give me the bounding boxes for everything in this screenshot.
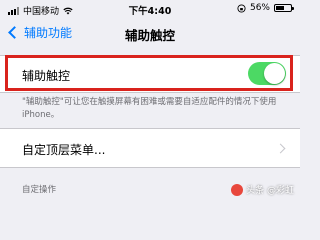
status-right: 56% xyxy=(237,3,294,13)
watermark-text: 头条 @彩虹 xyxy=(246,186,294,196)
battery-icon xyxy=(274,4,294,12)
section-header: 自定操作 xyxy=(22,185,57,195)
status-bar: 中国移动 下午4:40 56% xyxy=(0,0,300,18)
watermark: 头条 @彩虹 xyxy=(231,183,294,196)
rotation-lock-icon xyxy=(237,3,246,13)
custom-top-menu-label: 自定顶层菜单... xyxy=(22,143,106,157)
battery-percent: 56% xyxy=(249,3,270,13)
custom-top-menu-row[interactable]: 自定顶层菜单... xyxy=(0,128,300,168)
watermark-logo-icon xyxy=(231,183,244,196)
chevron-right-icon xyxy=(275,143,286,154)
navigation-bar: 辅助功能 辅助触控 xyxy=(0,18,300,48)
footnote-text: "辅助触控"可让您在触摸屏幕有困难或需要自适应配件的情况下使用 iPhone。 xyxy=(22,97,277,120)
battery-fill xyxy=(276,6,284,10)
page-title: 辅助触控 xyxy=(124,28,175,43)
highlight-frame xyxy=(5,55,293,91)
